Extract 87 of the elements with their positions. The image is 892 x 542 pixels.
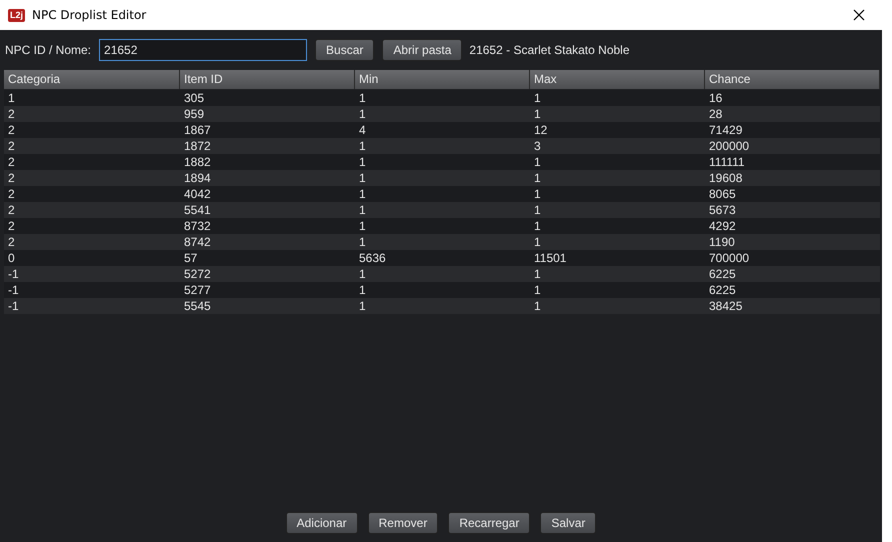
- table-cell-text: 2: [7, 154, 16, 170]
- table-cell-text: 16: [708, 90, 724, 106]
- table-cell-text: 1: [533, 202, 542, 218]
- npc-name: 21652 - Scarlet Stakato Noble: [469, 43, 630, 57]
- table-cell-text: 1: [358, 138, 367, 154]
- table-cell-text: 1190: [708, 234, 736, 250]
- table-cell-text: 1: [358, 202, 367, 218]
- table-cell-text: 5277: [183, 282, 212, 298]
- table-cell-text: 1872: [183, 138, 212, 154]
- table-cell-text: 1: [358, 282, 367, 298]
- column-header[interactable]: Item ID: [180, 70, 355, 89]
- table-cell-text: 5636: [358, 250, 387, 266]
- table-cell-text: 19608: [708, 170, 744, 186]
- table-cell-text: 4: [358, 122, 367, 138]
- toolbar-button[interactable]: Abrir pasta: [382, 39, 462, 61]
- table-cell-text: 1: [533, 186, 542, 202]
- table-cell-text: 959: [183, 106, 206, 122]
- npc-search-field[interactable]: 21652: [99, 39, 308, 61]
- table-cell-text: 3: [533, 138, 542, 154]
- table-cell-text: 2: [7, 186, 16, 202]
- table-cell-text: 2: [7, 170, 16, 186]
- table-cell-text: 1: [533, 266, 542, 282]
- table-cell-text: 6225: [708, 266, 737, 282]
- close-icon: [853, 9, 865, 21]
- table-cell-text: 1: [358, 234, 367, 250]
- table-cell-text: 1: [533, 154, 542, 170]
- table-cell-text: 1: [358, 106, 367, 122]
- table-cell-text: 12: [533, 122, 548, 138]
- table-cell-text: 38425: [708, 298, 744, 314]
- table-cell-text: 0: [7, 250, 16, 266]
- table-cell-text: 1: [358, 186, 367, 202]
- table-cell-text: 1: [358, 298, 367, 314]
- window-title: NPC Droplist Editor: [32, 8, 148, 22]
- table-cell-text: -1: [7, 266, 20, 282]
- table-cell-text: 8742: [183, 234, 212, 250]
- column-header[interactable]: Max: [530, 70, 705, 89]
- table-cell-text: 2: [7, 234, 16, 250]
- footer-button[interactable]: Recarregar: [448, 512, 530, 534]
- table-cell-text: 4042: [183, 186, 212, 202]
- table-cell-text: 1: [358, 90, 367, 106]
- column-header[interactable]: Chance: [705, 70, 880, 89]
- table-cell-text: 700000: [708, 250, 750, 266]
- table-cell-text: 5272: [183, 266, 212, 282]
- table-cell-text: 200000: [708, 138, 750, 154]
- column-header[interactable]: Categoria: [4, 70, 180, 89]
- table-cell-text: 1894: [183, 170, 212, 186]
- table-cell-text: 2: [7, 202, 16, 218]
- table-cell-text: 8732: [183, 218, 212, 234]
- footer-button[interactable]: Remover: [368, 512, 438, 534]
- footer-button[interactable]: Salvar: [540, 512, 596, 534]
- table-cell-text: 111111: [708, 154, 746, 170]
- table-cell-text: 1: [533, 234, 542, 250]
- table-cell-text: 5541: [183, 202, 212, 218]
- table-cell-text: 71429: [708, 122, 744, 138]
- field-label: NPC ID / Nome:: [5, 43, 92, 57]
- table-cell-text: 1: [533, 90, 542, 106]
- table-cell-text: 1: [533, 170, 542, 186]
- column-header[interactable]: Min: [355, 70, 530, 89]
- table-cell-text: 1: [358, 170, 367, 186]
- table-cell-text: 1: [358, 154, 367, 170]
- table-cell-text: 2: [7, 122, 16, 138]
- table-cell-text: -1: [7, 298, 20, 314]
- table-cell-text: 305: [183, 90, 206, 106]
- table-cell-text: 1882: [183, 154, 212, 170]
- table-cell-text: 57: [183, 250, 198, 266]
- table-cell-text: 2: [7, 218, 16, 234]
- table-cell-text: 1: [7, 90, 16, 106]
- table-cell-text: 28: [708, 106, 724, 122]
- table-cell-text: 2: [7, 138, 16, 154]
- table-cell-text: 1: [358, 218, 367, 234]
- table-cell-text: 11501: [533, 250, 568, 266]
- app-logo: L2j: [8, 8, 26, 22]
- table-cell-text: 6225: [708, 282, 737, 298]
- table-cell-text: -1: [7, 282, 20, 298]
- toolbar-button[interactable]: Buscar: [315, 39, 374, 61]
- table-cell-text: 1: [358, 266, 367, 282]
- table-cell-text: 1: [533, 218, 542, 234]
- table-cell-text: 1: [533, 298, 542, 314]
- table-cell-text: 4292: [708, 218, 737, 234]
- table-cell-text: 5545: [183, 298, 212, 314]
- table-cell-text: 1: [533, 106, 542, 122]
- table-cell-text: 5673: [708, 202, 737, 218]
- footer-button[interactable]: Adicionar: [286, 512, 358, 534]
- table-cell-text: 8065: [708, 186, 737, 202]
- table-cell-text: 2: [7, 106, 16, 122]
- table-cell-text: 1: [533, 282, 542, 298]
- table-cell-text: 1867: [183, 122, 212, 138]
